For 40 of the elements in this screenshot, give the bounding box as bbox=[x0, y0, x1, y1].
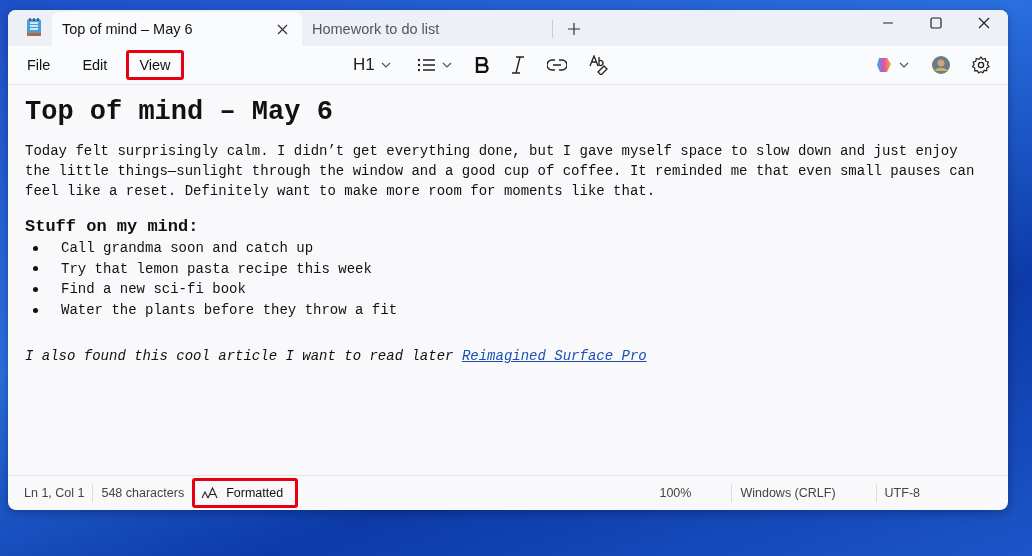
list-item: Try that lemon pasta recipe this week bbox=[61, 260, 372, 277]
article-link[interactable]: Reimagined Surface Pro bbox=[461, 348, 647, 365]
list-item: Call grandma soon and catch up bbox=[61, 240, 314, 257]
tab[interactable]: Homework to do list bbox=[302, 12, 552, 46]
font-icon bbox=[201, 487, 219, 499]
list-item: Find a new sci-fi book bbox=[61, 281, 246, 298]
list-icon[interactable] bbox=[416, 57, 453, 73]
spellcheck-icon[interactable] bbox=[588, 55, 609, 75]
maximize-button[interactable] bbox=[929, 16, 943, 30]
caret-icon bbox=[380, 62, 391, 68]
notepad-icon bbox=[26, 17, 42, 37]
avatar-icon[interactable] bbox=[932, 56, 950, 74]
status-text: 548 characters bbox=[92, 484, 193, 502]
settings-icon[interactable] bbox=[972, 56, 990, 74]
link-icon[interactable] bbox=[546, 59, 567, 71]
menu-item[interactable]: File bbox=[14, 50, 64, 80]
status-text: Windows (CRLF) bbox=[731, 484, 876, 502]
close-tab-icon[interactable] bbox=[277, 23, 288, 35]
document-heading: Top of mind – May 6 bbox=[25, 97, 334, 127]
bullet-icon bbox=[33, 307, 38, 313]
italic-icon[interactable] bbox=[510, 56, 525, 74]
bold-icon[interactable] bbox=[474, 57, 489, 73]
paragraph: Today felt surprisingly calm. I didn’t get everything done, but I gave myself space to slow down and just enjoy the little things—sunlight through the window and a good cup of coffee. It reminded me that even small pauses can feel like a reset. Definitely want to make more room for moments like that. bbox=[25, 142, 976, 201]
bullet-icon bbox=[33, 245, 38, 251]
menu-item[interactable]: View bbox=[126, 50, 184, 80]
bullet-icon bbox=[33, 287, 38, 292]
heading-dropdown[interactable]: H1 bbox=[349, 55, 395, 75]
status-text: Ln 1, Col 1 bbox=[23, 485, 86, 502]
bullet-icon bbox=[33, 266, 38, 272]
list-item: Water the plants before they throw a fit bbox=[61, 302, 398, 319]
format-mode-button[interactable]: Formatted bbox=[192, 478, 299, 508]
tab[interactable]: Top of mind – May 6 bbox=[52, 12, 302, 46]
copilot-icon[interactable] bbox=[876, 56, 910, 74]
status-text: 100% bbox=[658, 485, 693, 502]
close-button[interactable] bbox=[977, 16, 991, 30]
italic-note: I also found this cool article I want to read later Reimagined Surface Pro bbox=[25, 348, 648, 365]
status-text: UTF-8 bbox=[875, 484, 1000, 502]
section-heading: Stuff on my mind: bbox=[25, 217, 200, 236]
menu-item[interactable]: Edit bbox=[69, 50, 121, 80]
new-tab-button[interactable] bbox=[567, 22, 581, 36]
